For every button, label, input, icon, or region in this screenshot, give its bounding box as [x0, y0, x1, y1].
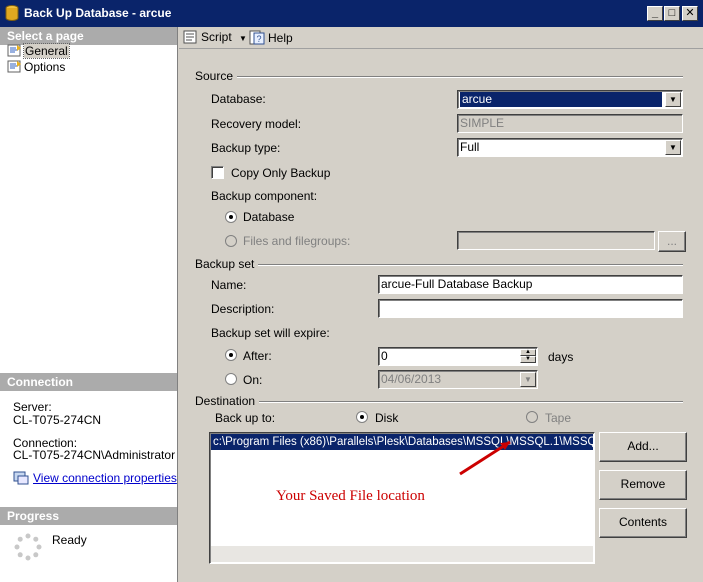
- left-pane: Select a page General Options Connection…: [0, 27, 178, 582]
- destination-path-row[interactable]: c:\Program Files (x86)\Parallels\Plesk\D…: [211, 434, 593, 450]
- server-label: Server:: [13, 400, 52, 414]
- help-button[interactable]: ? Help: [249, 30, 293, 46]
- chevron-down-icon[interactable]: ▼: [239, 34, 247, 43]
- server-value: CL-T075-274CN: [13, 413, 102, 427]
- component-database-label: Database: [243, 210, 295, 224]
- database-select[interactable]: arcue ▼: [457, 90, 683, 109]
- page-item-general[interactable]: General: [7, 43, 70, 60]
- expire-label: Backup set will expire:: [211, 326, 330, 340]
- description-input[interactable]: [378, 299, 683, 318]
- page-icon: [7, 60, 21, 73]
- script-label: Script: [201, 30, 232, 44]
- expire-on-radio[interactable]: [225, 373, 237, 385]
- chevron-down-icon[interactable]: ▼: [665, 92, 681, 107]
- database-value: arcue: [460, 92, 662, 107]
- expire-after-label: After:: [243, 349, 272, 363]
- horizontal-scrollbar[interactable]: [211, 546, 593, 562]
- script-button[interactable]: Script ▼: [183, 30, 247, 46]
- page-item-options[interactable]: Options: [7, 60, 65, 76]
- select-page-header: Select a page: [0, 27, 177, 45]
- backup-component-label: Backup component:: [211, 189, 318, 203]
- connection-value: CL-T075-274CN\Administrator: [13, 448, 176, 462]
- backup-type-label: Backup type:: [211, 141, 281, 155]
- filegroups-browse-button[interactable]: ...: [658, 231, 686, 252]
- script-icon: [183, 30, 197, 44]
- backup-set-group-title: Backup set: [195, 257, 259, 271]
- title-bar: Back Up Database - arcue _ □ ✕: [0, 0, 703, 27]
- minimize-button[interactable]: _: [647, 6, 663, 21]
- days-label: days: [548, 350, 574, 364]
- destination-group-title: Destination: [195, 394, 260, 408]
- view-connection-properties[interactable]: View connection properties: [13, 471, 177, 485]
- maximize-button[interactable]: □: [664, 6, 680, 21]
- close-button[interactable]: ✕: [682, 6, 698, 21]
- properties-icon: [13, 471, 29, 485]
- contents-button[interactable]: Contents: [599, 508, 687, 538]
- source-group-title: Source: [195, 69, 238, 83]
- expire-on-label: On:: [243, 373, 263, 387]
- annotation-text: Your Saved File location: [276, 488, 425, 504]
- toolbar: Script ▼ ? Help: [179, 27, 703, 49]
- after-days-value: 0: [381, 349, 388, 363]
- disk-radio[interactable]: [356, 411, 368, 423]
- source-group-line: [233, 76, 683, 78]
- expire-after-radio[interactable]: [225, 349, 237, 361]
- after-days-spinbox[interactable]: 0 ▲ ▼: [378, 347, 538, 366]
- view-connection-properties-link[interactable]: View connection properties: [33, 471, 177, 485]
- tape-radio[interactable]: [526, 411, 538, 423]
- component-files-label: Files and filegroups:: [243, 234, 351, 248]
- destination-group-line: [253, 401, 683, 403]
- name-input[interactable]: arcue-Full Database Backup: [378, 275, 683, 294]
- window-title: Back Up Database - arcue: [24, 6, 172, 20]
- filegroups-field: [457, 231, 655, 250]
- chevron-down-icon[interactable]: ▼: [665, 140, 681, 155]
- expire-on-date[interactable]: 04/06/2013 ▼: [378, 370, 538, 389]
- progress-spinner-icon: [14, 533, 42, 561]
- component-database-radio[interactable]: [225, 211, 237, 223]
- svg-text:?: ?: [256, 34, 261, 44]
- annotation-arrow: [459, 440, 511, 476]
- disk-label: Disk: [375, 411, 399, 425]
- copy-only-checkbox[interactable]: [211, 166, 224, 179]
- backup-set-group-line: [253, 264, 683, 266]
- backup-type-select[interactable]: Full ▼: [457, 138, 683, 157]
- database-label: Database:: [211, 92, 266, 106]
- spinner-buttons[interactable]: ▲ ▼: [520, 349, 536, 364]
- recovery-model-field: SIMPLE: [457, 114, 683, 133]
- copy-only-label: Copy Only Backup: [231, 166, 331, 180]
- spin-down-icon[interactable]: ▼: [520, 356, 536, 363]
- remove-button[interactable]: Remove: [599, 470, 687, 500]
- back-up-to-label: Back up to:: [215, 411, 276, 425]
- page-icon: [7, 44, 21, 57]
- spin-up-icon[interactable]: ▲: [520, 349, 536, 356]
- connection-header: Connection: [0, 373, 177, 391]
- database-icon: [5, 5, 19, 21]
- backup-type-value: Full: [460, 140, 480, 154]
- recovery-model-label: Recovery model:: [211, 117, 302, 131]
- add-button[interactable]: Add...: [599, 432, 687, 462]
- progress-status: Ready: [52, 533, 87, 547]
- tape-label: Tape: [545, 411, 572, 425]
- page-item-label: General: [23, 43, 70, 59]
- name-label: Name:: [211, 278, 247, 292]
- description-label: Description:: [211, 302, 275, 316]
- progress-header: Progress: [0, 507, 177, 525]
- page-item-label: Options: [24, 60, 66, 74]
- help-label: Help: [268, 31, 293, 45]
- expire-on-value: 04/06/2013: [381, 372, 442, 386]
- chevron-down-icon[interactable]: ▼: [520, 372, 536, 387]
- component-files-radio[interactable]: [225, 235, 237, 247]
- help-icon: ?: [249, 30, 265, 45]
